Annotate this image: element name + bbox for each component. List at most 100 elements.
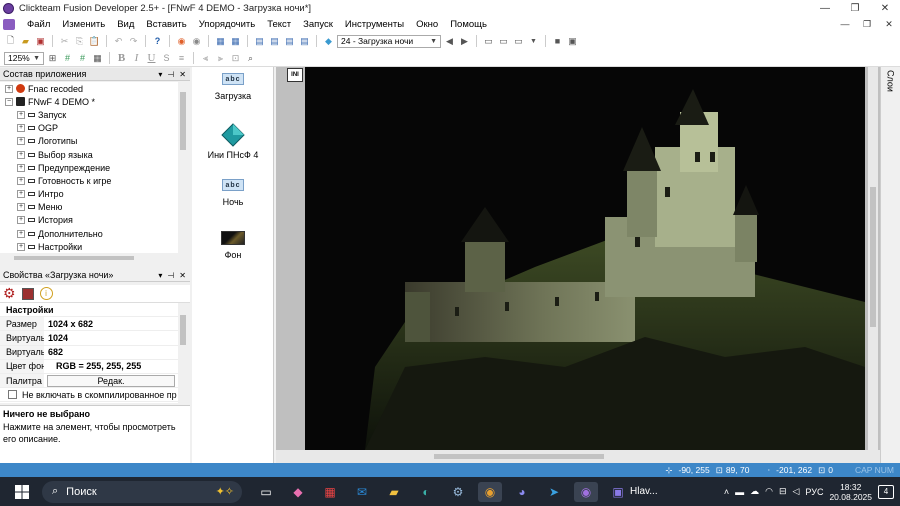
chevron-up-icon[interactable]: ˄	[724, 487, 729, 497]
restore-button[interactable]: ❐	[840, 3, 870, 14]
discord-icon[interactable]: ◕	[510, 482, 534, 502]
window-dropdown-icon[interactable]: ▼	[527, 35, 540, 48]
menu-insert[interactable]: Вставить	[140, 19, 192, 30]
document-icon[interactable]	[3, 19, 15, 30]
cut-icon[interactable]: ✂	[58, 35, 71, 48]
object-item[interactable]: abc Загрузка	[192, 73, 274, 101]
zoom-icon[interactable]: ⊞	[46, 52, 59, 65]
window-icon[interactable]: ▭	[512, 35, 525, 48]
underline-icon[interactable]: U	[145, 52, 158, 65]
tree-item[interactable]: + Fnac recoded	[0, 82, 178, 95]
new-icon[interactable]: 🗋	[4, 35, 17, 48]
minimize-button[interactable]: —	[810, 3, 840, 14]
mdi-close-button[interactable]: ✕	[878, 19, 900, 30]
expand-icon[interactable]: +	[17, 216, 25, 225]
tree-item[interactable]: + Выбор языка	[0, 148, 178, 161]
frame-select[interactable]: 24 - Загрузка ночи ▼	[337, 34, 441, 48]
runtime-tab-icon[interactable]	[21, 287, 34, 300]
objects-icon[interactable]: ◆	[322, 35, 335, 48]
close-button[interactable]: ✕	[870, 3, 900, 14]
expand-icon[interactable]: +	[17, 124, 25, 133]
mdi-minimize-button[interactable]: —	[834, 19, 856, 30]
align-center-icon[interactable]: ⫸	[214, 52, 227, 65]
menu-text[interactable]: Текст	[261, 19, 297, 30]
zoom-select[interactable]: 125% ▼	[4, 51, 44, 65]
tree-item[interactable]: + Интро	[0, 188, 178, 201]
copilot-icon[interactable]: ◆	[286, 482, 310, 502]
object-item[interactable]: Фон	[192, 231, 274, 260]
outlook-icon[interactable]: ✉	[350, 482, 374, 502]
explorer-icon[interactable]: ▰	[382, 482, 406, 502]
close-icon[interactable]: ✕	[179, 271, 186, 280]
teams-icon[interactable]: ▣	[606, 482, 630, 502]
frame-background-image[interactable]	[305, 67, 865, 450]
tree-item[interactable]: + Предупреждение	[0, 161, 178, 174]
grid-icon[interactable]: ▭	[482, 35, 495, 48]
edge-icon[interactable]: ◐	[414, 482, 438, 502]
event-editor-icon[interactable]: ▤	[253, 35, 266, 48]
taskbar-search[interactable]: ⌕ Поиск ✦✧	[42, 480, 242, 503]
run-app-icon[interactable]: ◉	[175, 35, 188, 48]
tree-hscroll[interactable]	[0, 253, 190, 263]
search-icon[interactable]: ⌕	[244, 52, 257, 65]
help-icon[interactable]: ?	[151, 35, 164, 48]
task-view-icon[interactable]: ▭	[254, 482, 278, 502]
frame-editor-icon[interactable]: ▦	[229, 35, 242, 48]
property-row[interactable]: Виртуальн 682	[0, 345, 178, 360]
property-row[interactable]: Цвет фона RGB = 255, 255, 255	[0, 359, 178, 374]
expand-icon[interactable]: +	[17, 110, 25, 119]
preview-icon[interactable]: ▣	[566, 35, 579, 48]
menu-tools[interactable]: Инструменты	[339, 19, 410, 30]
windows-start-icon[interactable]	[10, 482, 34, 502]
menu-window[interactable]: Окно	[410, 19, 444, 30]
object-item[interactable]: Ини ПНсФ 4	[192, 123, 274, 160]
property-row[interactable]: Размер 1024 x 682	[0, 317, 178, 332]
tree-item[interactable]: + Готовность к игре	[0, 174, 178, 187]
fusion-app-icon[interactable]: ◉	[574, 481, 598, 502]
expand-icon[interactable]: +	[17, 150, 25, 159]
tree-item[interactable]: + Настройки	[0, 240, 178, 253]
prev-frame-icon[interactable]: ◀	[443, 35, 456, 48]
event-list-icon[interactable]: ▤	[268, 35, 281, 48]
undo-icon[interactable]: ↶	[112, 35, 125, 48]
expand-icon[interactable]: +	[17, 163, 25, 172]
run-frame-icon[interactable]: ◉	[190, 35, 203, 48]
mdi-restore-button[interactable]: ❐	[856, 19, 878, 30]
tree-item[interactable]: + Запуск	[0, 108, 178, 121]
expand-icon[interactable]: +	[17, 229, 25, 238]
stop-icon[interactable]: ■	[551, 35, 564, 48]
props-vscroll[interactable]	[178, 303, 188, 403]
ini-object-icon[interactable]: INI	[287, 68, 303, 82]
tree-vscroll[interactable]	[178, 82, 188, 253]
checkbox-row[interactable]: Не включать в скомпилированное пр	[0, 388, 178, 403]
chrome-icon[interactable]: ◉	[478, 481, 502, 502]
network-icon[interactable]: ⊟	[779, 486, 787, 497]
tree-item[interactable]: + История	[0, 214, 178, 227]
canvas-hscroll[interactable]	[276, 450, 880, 463]
menu-arrange[interactable]: Упорядочить	[193, 19, 262, 30]
frame-editor[interactable]: INI	[276, 67, 880, 450]
snap-grid-icon[interactable]: #	[76, 52, 89, 65]
tree-item[interactable]: − FNwF 4 DEMO *	[0, 95, 178, 108]
menu-view[interactable]: Вид	[111, 19, 140, 30]
close-icon[interactable]: ✕	[179, 70, 186, 79]
next-frame-icon[interactable]: ▶	[458, 35, 471, 48]
object-item[interactable]: abc Ночь	[192, 179, 274, 207]
telegram-icon[interactable]: ➤	[542, 482, 566, 502]
clock[interactable]: 18:32 20.08.2025	[829, 482, 872, 502]
redo-icon[interactable]: ↷	[127, 35, 140, 48]
align-grid-icon[interactable]: ▦	[91, 52, 104, 65]
size-icon[interactable]: ⊡	[229, 52, 242, 65]
layers-tab[interactable]: Слои	[880, 67, 900, 463]
store-icon[interactable]: ▦	[318, 482, 342, 502]
onedrive-icon[interactable]: ☁	[750, 486, 759, 497]
exclude-checkbox[interactable]	[8, 390, 17, 400]
expand-icon[interactable]: +	[17, 242, 25, 251]
pin-icon-2[interactable]: ⊣	[167, 271, 174, 280]
pin-icon-2[interactable]: ⊣	[167, 70, 174, 79]
expand-icon[interactable]: +	[17, 190, 25, 199]
expand-icon[interactable]: +	[17, 137, 25, 146]
steam-icon[interactable]: ⚙	[446, 482, 470, 502]
settings-gear-icon[interactable]: ⚙	[3, 285, 16, 302]
copy-icon[interactable]: ⎘	[73, 35, 86, 48]
